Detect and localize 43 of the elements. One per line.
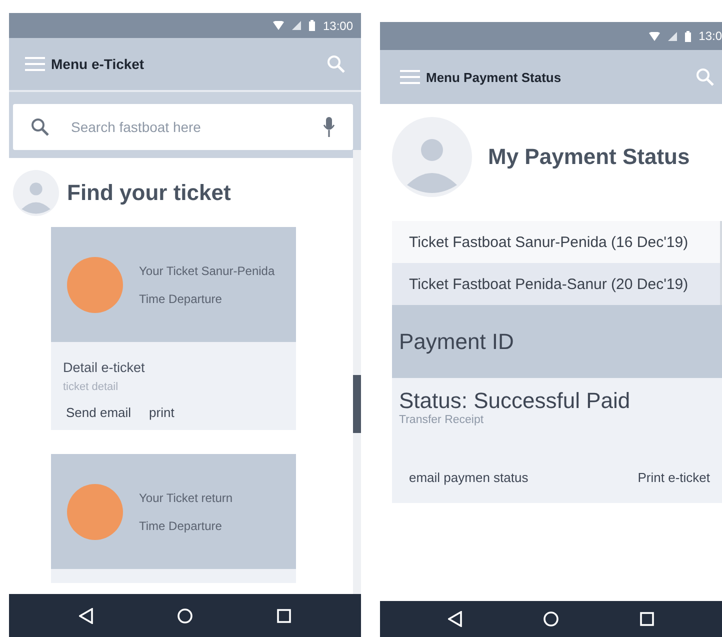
recents-icon[interactable] — [277, 608, 291, 622]
signal-icon — [292, 21, 301, 30]
ticket-card[interactable]: Your Ticket return Time Departure — [51, 454, 296, 569]
home-icon[interactable] — [542, 611, 559, 627]
ticket-title: Your Ticket return — [139, 490, 233, 504]
signal-icon — [668, 32, 677, 40]
back-icon[interactable] — [79, 608, 93, 624]
ticket-list-item[interactable]: Ticket Fastboat Sanur-Penida (16 Dec'19) — [392, 221, 722, 263]
avatar-icon — [13, 170, 59, 216]
page-heading: My Payment Status — [488, 144, 690, 170]
action-button[interactable]: Send email — [66, 405, 132, 420]
wifi-icon — [648, 32, 660, 40]
ticket-title: Your Ticket Sanur-Penida — [139, 264, 275, 278]
battery-icon — [308, 20, 315, 31]
battery-icon — [684, 30, 691, 42]
ticket-card[interactable]: Your Ticket Sanur-Penida Time Departure — [51, 227, 296, 342]
status-time: 13:00 — [322, 18, 353, 32]
status-time: 13:0 — [698, 29, 722, 43]
payment-status: Status: Successful Paid — [399, 388, 632, 414]
search-field[interactable]: Search fastboat here — [13, 104, 353, 150]
microphone-icon[interactable] — [323, 117, 335, 137]
search-icon — [31, 118, 49, 136]
transfer-receipt-label: Transfer Receipt — [399, 414, 485, 426]
ticket-list-item[interactable]: Ticket Fastboat Penida-Sanur (20 Dec'19) — [392, 263, 722, 305]
action-button[interactable]: email paymen status — [409, 470, 528, 485]
action-button[interactable]: print — [149, 405, 174, 420]
home-icon[interactable] — [177, 608, 193, 624]
app-bar-title: Menu e-Ticket — [51, 56, 146, 72]
back-icon[interactable] — [448, 611, 462, 627]
scrollbar[interactable] — [353, 150, 361, 594]
search-input[interactable]: Search fastboat here — [69, 118, 303, 136]
detail-subtitle: ticket detail — [63, 381, 120, 393]
avatar-icon — [392, 117, 472, 197]
ticket-subtitle: Time Departure — [139, 292, 223, 306]
wifi-icon — [272, 21, 284, 30]
ticket-subtitle: Time Departure — [139, 518, 223, 532]
app-bar-title: Menu Payment Status — [426, 70, 562, 84]
payment-id-label: Payment ID — [392, 305, 722, 378]
action-button[interactable]: Print e-ticket — [638, 470, 710, 485]
page-heading: Find your ticket — [67, 180, 231, 206]
scrollbar-thumb[interactable] — [353, 375, 361, 433]
recents-icon[interactable] — [640, 612, 654, 626]
detail-title: Detail e-ticket — [63, 360, 146, 375]
